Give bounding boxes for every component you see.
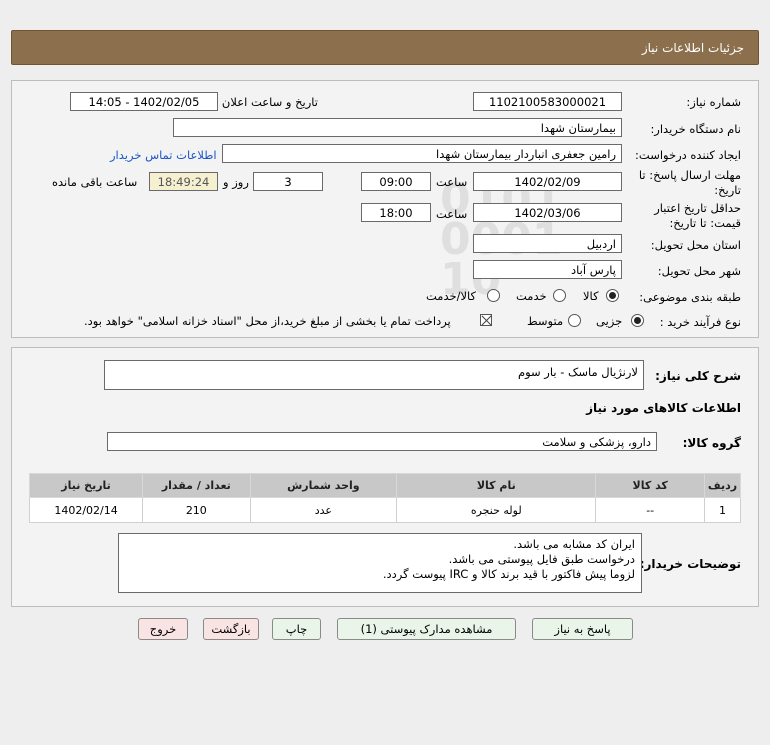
days-label: روز و bbox=[223, 175, 249, 189]
process-option-minor: جزیی bbox=[596, 314, 623, 328]
process-option-medium: متوسط bbox=[527, 314, 564, 328]
cell-need-date: 1402/02/14 bbox=[28, 497, 144, 523]
cell-code: -- bbox=[595, 497, 705, 523]
cell-row: 1 bbox=[703, 497, 742, 523]
process-radio-medium[interactable] bbox=[568, 314, 581, 327]
announce-field: 1402/02/05 - 14:05 bbox=[70, 92, 218, 111]
process-radio-minor[interactable] bbox=[631, 314, 644, 327]
creator-field: رامین جعفری انباردار بیمارستان شهدا bbox=[222, 144, 622, 163]
col-code: کد کالا bbox=[595, 473, 705, 498]
creator-label: ایجاد کننده درخواست: bbox=[635, 148, 741, 162]
deadline-label-1: مهلت ارسال پاسخ: تا bbox=[638, 168, 741, 182]
category-option-goods-service: کالا/خدمت bbox=[426, 289, 477, 303]
page-header: جزئیات اطلاعات نیاز bbox=[11, 30, 759, 65]
buyer-note-line: ایران کد مشابه می باشد. bbox=[513, 537, 635, 551]
treasury-payment-checkbox[interactable] bbox=[480, 314, 492, 326]
buyer-org-field: بیمارستان شهدا bbox=[173, 118, 622, 137]
goods-table: ردیف کد کالا نام کالا واحد شمارش تعداد /… bbox=[28, 473, 742, 523]
contact-info-link[interactable]: اطلاعات تماس خریدار bbox=[110, 148, 217, 162]
buyer-org-label: نام دستگاه خریدار: bbox=[650, 122, 741, 136]
need-number-field: 1102100583000021 bbox=[473, 92, 622, 111]
summary-field: لارنژیال ماسک - بار سوم bbox=[104, 360, 644, 390]
need-number-label: شماره نیاز: bbox=[686, 95, 741, 109]
deadline-label-2: تاریخ: bbox=[714, 183, 741, 197]
deadline-date-field: 1402/02/09 bbox=[473, 172, 622, 191]
validity-time-label: ساعت bbox=[436, 207, 468, 221]
goods-group-label: گروه کالا: bbox=[682, 436, 741, 450]
validity-label-2: قیمت: تا تاریخ: bbox=[669, 216, 741, 230]
cell-quantity: 210 bbox=[142, 497, 251, 523]
remaining-time-field: 18:49:24 bbox=[149, 172, 218, 191]
treasury-payment-note: پرداخت تمام یا بخشی از مبلغ خرید،از محل … bbox=[84, 314, 451, 328]
category-radio-service[interactable] bbox=[553, 289, 566, 302]
buyer-note-line: درخواست طبق فایل پیوستی می باشد. bbox=[448, 552, 635, 566]
category-option-service: خدمت bbox=[516, 289, 547, 303]
buyer-notes-box: ایران کد مشابه می باشد. درخواست طبق فایل… bbox=[118, 533, 642, 593]
validity-label-1: حداقل تاریخ اعتبار bbox=[654, 201, 741, 215]
process-label: نوع فرآیند خرید : bbox=[659, 315, 741, 329]
deadline-time-field: 09:00 bbox=[361, 172, 431, 191]
cell-unit: عدد bbox=[249, 497, 398, 523]
col-quantity: تعداد / مقدار bbox=[142, 473, 251, 498]
col-name: نام کالا bbox=[396, 473, 597, 498]
deadline-time-label: ساعت bbox=[436, 175, 468, 189]
table-row: 1 -- لوله حنجره عدد 210 1402/02/14 bbox=[28, 497, 742, 523]
exit-button[interactable]: خروج bbox=[138, 618, 188, 640]
view-documents-button[interactable]: مشاهده مدارک پیوستی (1) bbox=[337, 618, 516, 640]
days-field: 3 bbox=[253, 172, 323, 191]
goods-table-header: ردیف کد کالا نام کالا واحد شمارش تعداد /… bbox=[28, 473, 742, 498]
goods-info-title: اطلاعات کالاهای مورد نیاز bbox=[586, 401, 741, 415]
col-need-date: تاریخ نیاز bbox=[28, 473, 144, 498]
summary-label: شرح کلی نیاز: bbox=[655, 369, 741, 383]
back-button[interactable]: بازگشت bbox=[203, 618, 259, 640]
validity-time-field: 18:00 bbox=[361, 203, 431, 222]
city-label: شهر محل تحویل: bbox=[657, 264, 741, 278]
category-option-goods: کالا bbox=[583, 289, 599, 303]
buyer-note-line: لزوما پیش فاکتور با قید برند کالا و IRC … bbox=[382, 567, 635, 581]
col-row: ردیف bbox=[703, 473, 742, 498]
province-label: استان محل تحویل: bbox=[650, 238, 741, 252]
category-radio-goods[interactable] bbox=[606, 289, 619, 302]
category-label: طبقه بندی موضوعی: bbox=[639, 290, 741, 304]
page-title: جزئیات اطلاعات نیاز bbox=[641, 41, 744, 55]
print-button[interactable]: چاپ bbox=[272, 618, 321, 640]
validity-date-field: 1402/03/06 bbox=[473, 203, 622, 222]
remaining-label: ساعت باقی مانده bbox=[52, 175, 138, 189]
col-unit: واحد شمارش bbox=[249, 473, 398, 498]
province-field: اردبیل bbox=[473, 234, 622, 253]
cell-name: لوله حنجره bbox=[396, 497, 597, 523]
reply-button[interactable]: پاسخ به نیاز bbox=[532, 618, 633, 640]
buyer-notes-label: توضیحات خریدار: bbox=[639, 557, 741, 571]
goods-group-field: دارو، پزشکی و سلامت bbox=[107, 432, 657, 451]
category-radio-goods-service[interactable] bbox=[487, 289, 500, 302]
city-field: پارس آباد bbox=[473, 260, 622, 279]
